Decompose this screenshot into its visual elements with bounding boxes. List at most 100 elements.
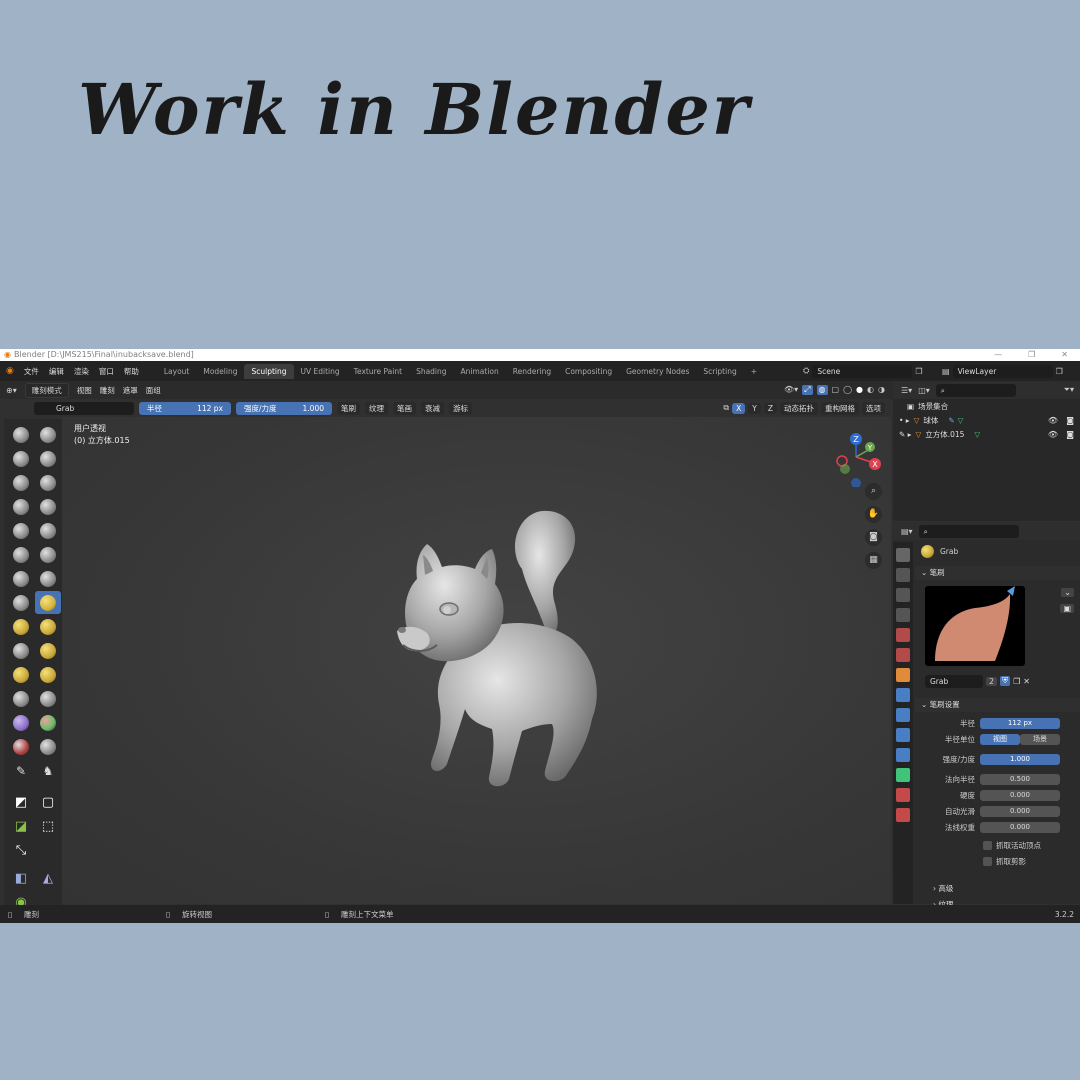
output-tab-icon[interactable] [896,588,910,602]
mode-dropdown[interactable]: 雕刻模式 [24,382,69,398]
tool-elastic-deform[interactable] [8,615,34,638]
grab-silhouette-row[interactable]: 抓取剪影 [915,854,1080,868]
new-view-layer-icon[interactable]: ❐ [1056,367,1063,376]
material-shading-icon[interactable]: ◐ [867,385,874,395]
tool-cloth-filter[interactable]: ◭ [35,867,61,890]
particles-tab-icon[interactable] [896,708,910,722]
normal-weight-field[interactable]: 0.000 [980,821,1060,833]
menu-face-sets[interactable]: 面组 [146,385,161,396]
tool-pinch[interactable] [8,591,34,614]
tool-box-hide[interactable]: ▢ [35,791,61,814]
solid-shading-icon[interactable]: ● [856,385,863,395]
fake-user-shield-icon[interactable]: ⛨ [1000,676,1011,686]
brush-dropdown[interactable]: 笔刷 [337,401,360,415]
view-layer-field[interactable]: ViewLayer [952,364,1053,378]
normal-radius-field[interactable]: 0.500 [980,773,1060,785]
tool-blob[interactable] [35,495,61,518]
world-tab-icon[interactable] [896,648,910,662]
tool-grab[interactable] [35,591,61,614]
tool-flatten[interactable] [8,543,34,566]
axis-y-toggle[interactable]: Y [748,402,761,414]
display-mode-icon[interactable]: ◫▾ [918,386,930,395]
tab-scripting[interactable]: Scripting [696,364,743,379]
tool-boundary[interactable] [35,687,61,710]
view-layer-tab-icon[interactable] [896,608,910,622]
menu-file[interactable]: 文件 [24,366,39,377]
tool-fill[interactable] [35,543,61,566]
rendered-shading-icon[interactable]: ◑ [878,385,885,395]
new-scene-icon[interactable]: ❐ [915,367,922,376]
3d-viewport[interactable]: 用户透视 (0) 立方体.015 Z Y X ⌕ ✋ ◙ ▦ [62,417,891,904]
menu-render[interactable]: 渲染 [74,366,89,377]
xray-icon[interactable]: ▢ [832,385,840,395]
radius-unit-view-button[interactable]: 视图 [980,733,1020,745]
tool-mesh-filter[interactable]: ◧ [8,867,34,890]
menu-window[interactable]: 窗口 [99,366,114,377]
remesh-dropdown[interactable]: 重构网格 [821,401,859,415]
scene-field[interactable]: Scene [812,364,913,378]
radius-field[interactable]: 112 px [980,717,1060,729]
navigation-gizmo[interactable]: Z Y X [834,427,884,487]
strength-field[interactable]: 1.000 [980,753,1060,765]
menu-sculpt[interactable]: 雕刻 [100,385,115,396]
tool-clay-thumb[interactable] [8,471,34,494]
tab-compositing[interactable]: Compositing [558,364,619,379]
tab-sculpting[interactable]: Sculpting [244,363,294,379]
tool-layer[interactable] [35,471,61,494]
brush-datablock-field[interactable]: Grab [925,674,983,688]
constraints-tab-icon[interactable] [896,748,910,762]
strength-slider[interactable]: 强度/力度 1.000 [236,401,332,415]
outliner-search-input[interactable]: ⌕ [935,383,1016,397]
tool-box-face-set[interactable]: ◪ [8,815,34,838]
tool-draw-face-sets[interactable] [35,735,61,758]
overlay-toggle-icon[interactable]: ◍ [816,385,828,395]
render-camera-icon[interactable]: ◙ [1066,416,1074,425]
auto-smooth-field[interactable]: 0.000 [980,805,1060,817]
dyntopo-toggle[interactable]: 动态拓扑 [780,401,818,415]
radius-unit-scene-button[interactable]: 场景 [1020,733,1060,745]
tool-line-project[interactable]: ⤡ [8,839,34,862]
falloff-dropdown[interactable]: 衰减 [421,401,444,415]
maximize-button[interactable]: ❐ [1028,349,1035,361]
brush-name-field[interactable]: Grab [34,401,134,415]
tool-tab-icon[interactable] [896,548,910,562]
tool-clay-strips[interactable] [35,447,61,470]
stroke-dropdown[interactable]: 笔画 [393,401,416,415]
perspective-grid-icon[interactable]: ▦ [865,552,882,569]
wireframe-shading-icon[interactable]: ◯ [843,385,852,395]
tab-texture-paint[interactable]: Texture Paint [347,364,409,379]
tool-snake-hook[interactable] [35,615,61,638]
scene-tab-icon[interactable] [896,628,910,642]
tool-simplify[interactable] [35,711,61,734]
tool-inflate[interactable] [8,495,34,518]
tool-pose[interactable] [35,639,61,662]
add-workspace-button[interactable]: + [744,364,764,379]
properties-editor-icon[interactable]: ▤▾ [901,527,913,536]
menu-view[interactable]: 视图 [77,385,92,396]
preview-dropdown-icon[interactable]: ⌄ [1061,588,1074,597]
object-tab-icon[interactable] [896,668,910,682]
render-tab-icon[interactable] [896,568,910,582]
tool-rotate[interactable] [35,663,61,686]
brush-preview-image[interactable] [925,586,1025,666]
tool-multires-displacement[interactable]: ✎ [8,759,34,782]
custom-icon-toggle[interactable]: ▣ [1060,604,1074,613]
advanced-panel-header[interactable]: › 高级 [915,882,1080,896]
grab-active-vertex-checkbox[interactable] [983,840,992,850]
render-camera-icon[interactable]: ◙ [1066,430,1074,439]
outliner-collection-row[interactable]: ▣ 场景集合 [893,399,1080,413]
brush-panel-header[interactable]: ⌄ 笔刷 [915,566,1080,580]
scene-selector[interactable]: ⛭ Scene ❐ [803,364,935,378]
tool-draw-sharp[interactable] [35,423,61,446]
visibility-icon[interactable]: 👁▾ [784,385,798,395]
pan-hand-icon[interactable]: ✋ [865,506,882,523]
tool-box-trim[interactable]: ⬚ [35,815,61,838]
tool-paint[interactable]: ♞ [35,759,61,782]
texture-dropdown[interactable]: 纹理 [365,401,388,415]
filter-icon[interactable]: ⏷▾ [1064,385,1080,395]
axis-x-toggle[interactable]: X [732,402,746,414]
grab-silhouette-checkbox[interactable] [983,856,992,866]
menu-edit[interactable]: 编辑 [49,366,64,377]
tool-box-mask[interactable]: ◩ [8,791,34,814]
tool-clay[interactable] [8,447,34,470]
